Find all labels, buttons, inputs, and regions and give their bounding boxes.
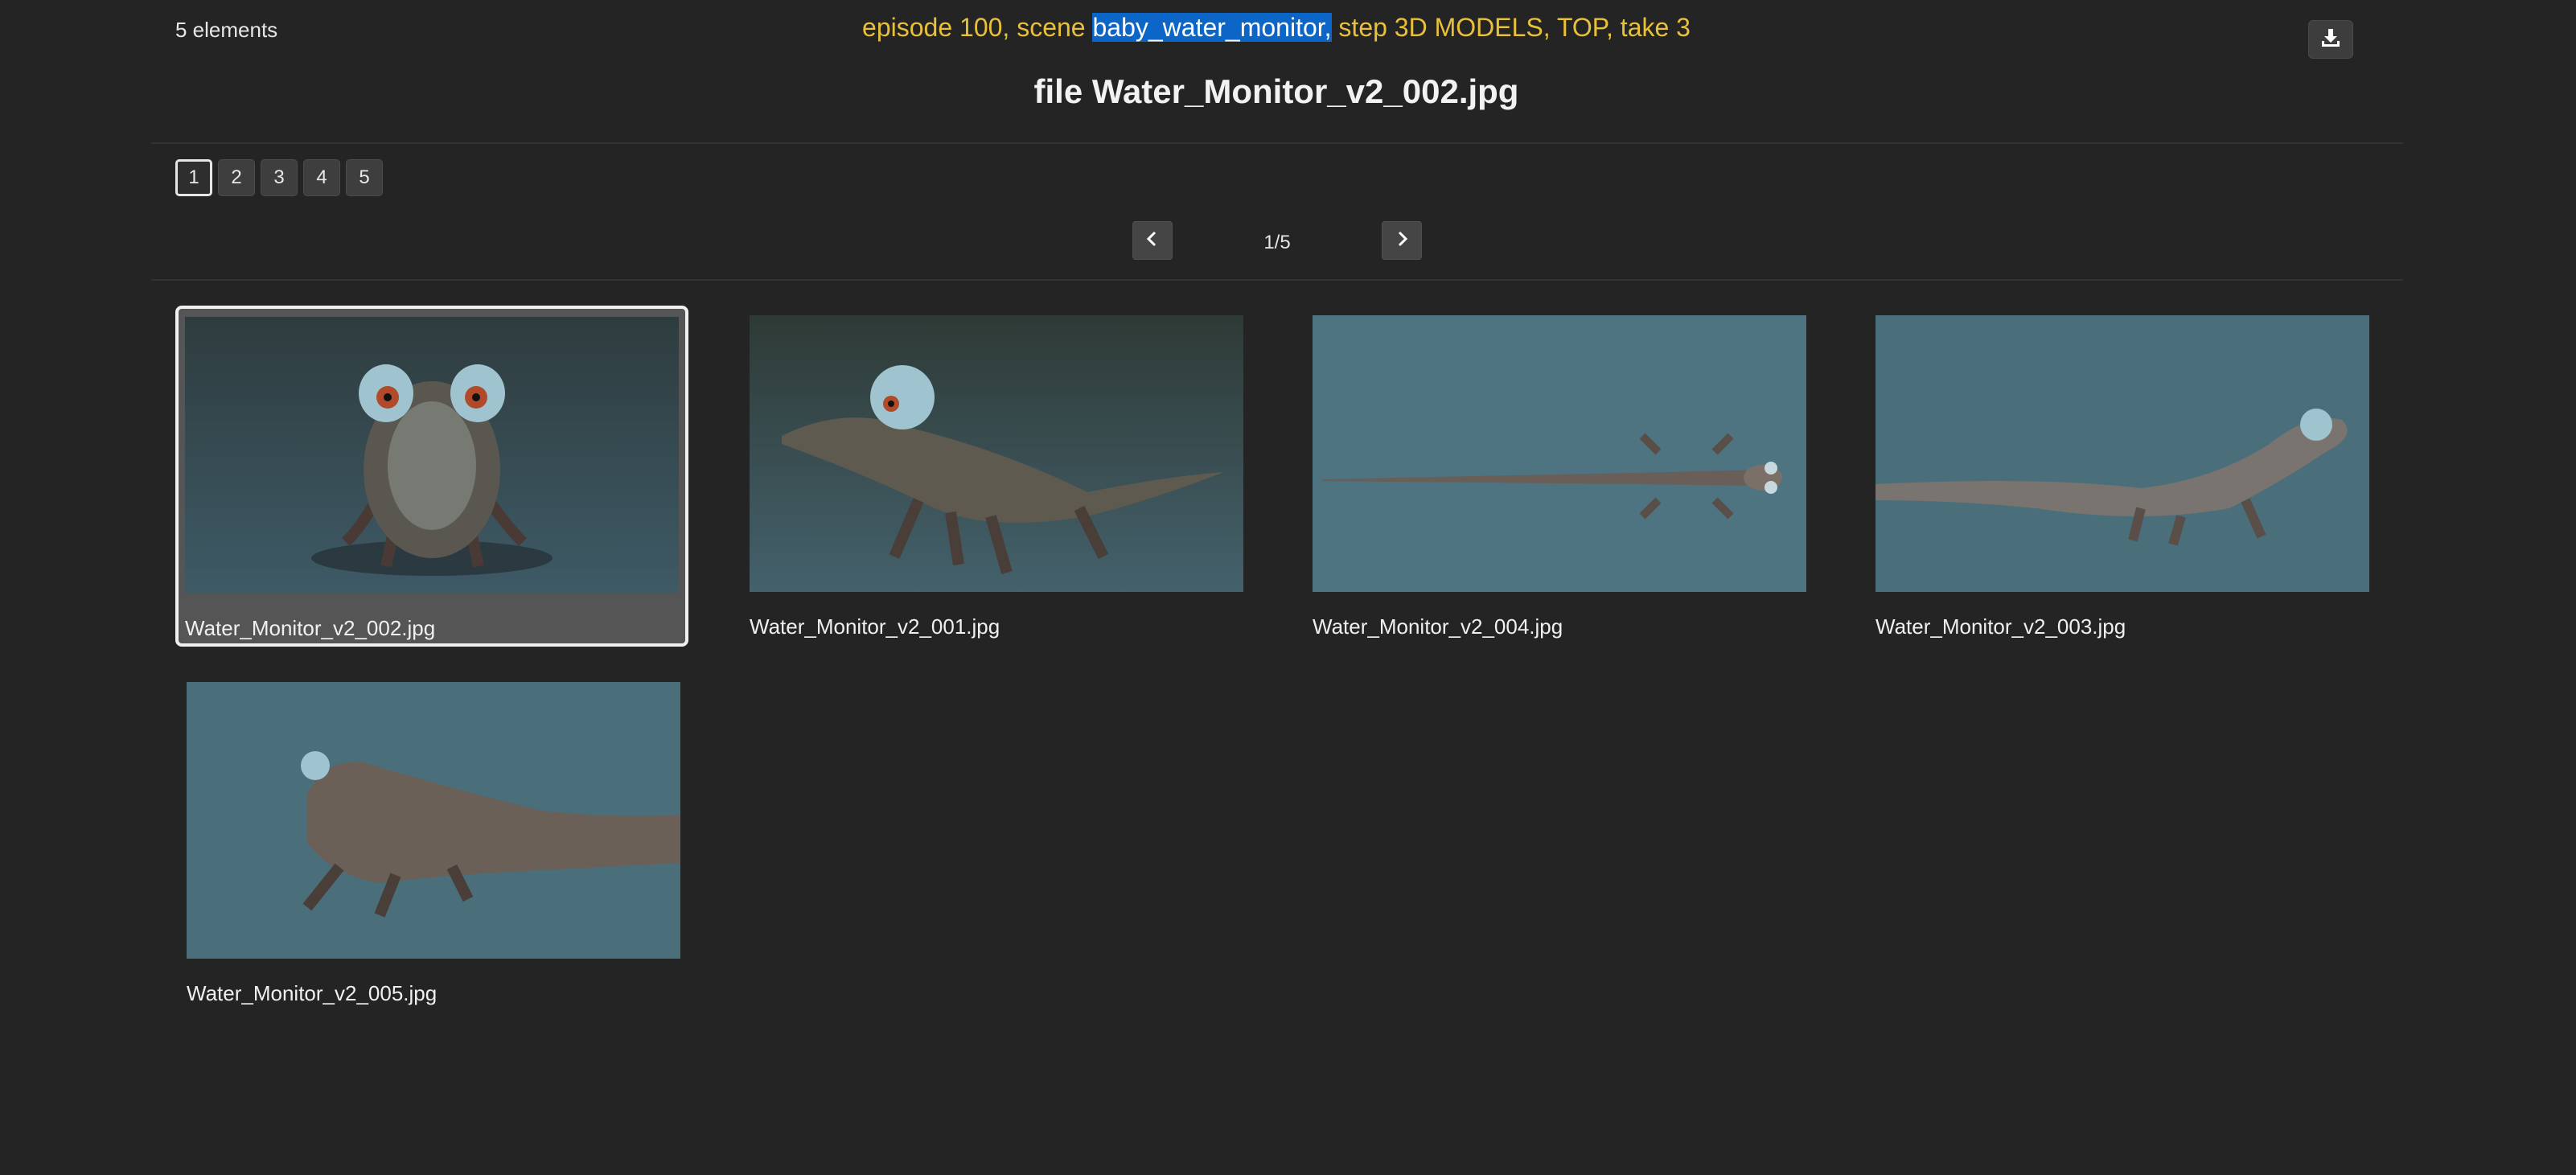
page-button-2[interactable]: 2 [218, 159, 255, 196]
position-indicator: 1/5 [1263, 232, 1291, 253]
thumbnail-image [187, 682, 680, 959]
page-button-1[interactable]: 1 [175, 159, 212, 196]
breadcrumb-suffix: step 3D MODELS, TOP, take 3 [1331, 13, 1691, 42]
thumbnail-filename: Water_Monitor_v2_002.jpg [185, 616, 436, 640]
gallery-item[interactable]: Water_Monitor_v2_003.jpg [1876, 315, 2369, 647]
thumbnail-filename: Water_Monitor_v2_001.jpg [750, 614, 1000, 639]
thumbnail-image [1313, 315, 1806, 592]
download-icon [2320, 27, 2341, 52]
gallery-item[interactable]: Water_Monitor_v2_002.jpg [175, 306, 688, 647]
thumbnail-image [1876, 315, 2369, 592]
previous-button[interactable] [1132, 221, 1173, 260]
chevron-right-icon [1393, 230, 1411, 252]
breadcrumb: episode 100, scene baby_water_monitor, s… [0, 13, 2553, 43]
download-button[interactable] [2308, 20, 2353, 59]
thumbnail-filename: Water_Monitor_v2_003.jpg [1876, 614, 2126, 639]
gallery-item[interactable]: Water_Monitor_v2_004.jpg [1313, 315, 1806, 647]
page-selector: 1 2 3 4 5 [175, 159, 383, 196]
breadcrumb-scene-selected[interactable]: baby_water_monitor, [1092, 13, 1332, 42]
divider [151, 279, 2403, 281]
gallery-item[interactable]: Water_Monitor_v2_001.jpg [750, 315, 1243, 647]
thumbnail-filename: Water_Monitor_v2_004.jpg [1313, 614, 1563, 639]
gallery-item[interactable]: Water_Monitor_v2_005.jpg [187, 682, 680, 1013]
next-button[interactable] [1382, 221, 1422, 260]
breadcrumb-prefix: episode 100, scene [862, 13, 1093, 42]
page-title: file Water_Monitor_v2_002.jpg [1033, 72, 1519, 110]
thumbnail-image [750, 315, 1243, 592]
page-button-4[interactable]: 4 [303, 159, 340, 196]
page-button-3[interactable]: 3 [261, 159, 298, 196]
thumbnail-image [185, 317, 679, 594]
chevron-left-icon [1144, 230, 1161, 252]
page-button-5[interactable]: 5 [346, 159, 383, 196]
thumbnail-filename: Water_Monitor_v2_005.jpg [187, 981, 438, 1005]
divider [151, 142, 2403, 144]
